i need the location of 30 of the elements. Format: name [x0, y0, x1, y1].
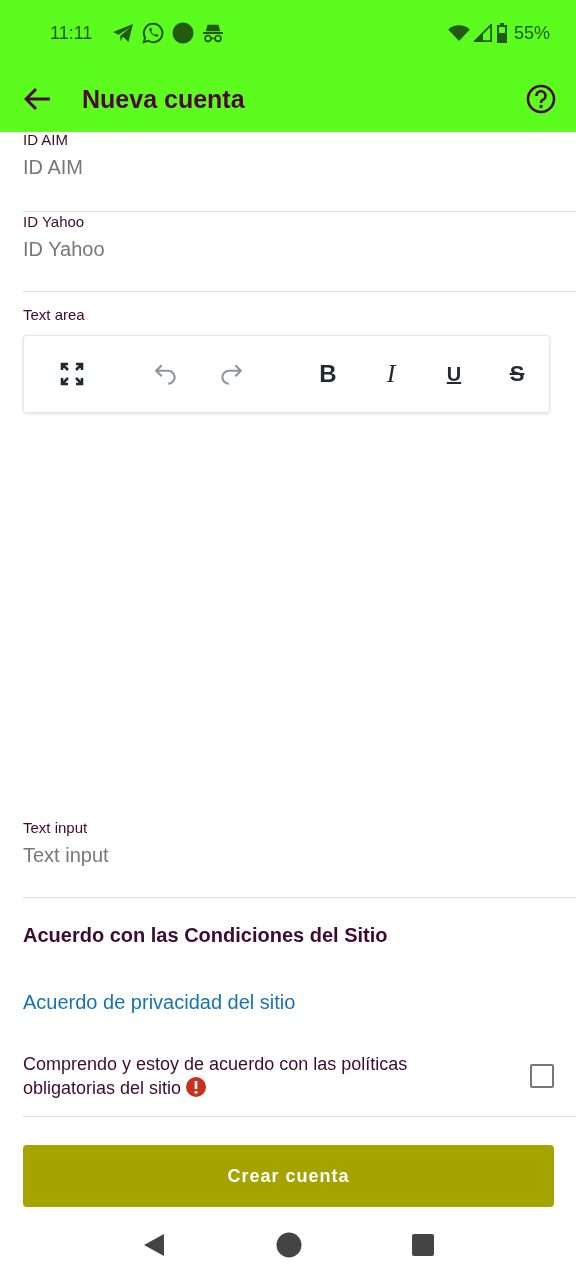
italic-button[interactable]: I [373, 356, 409, 392]
back-arrow-icon[interactable] [24, 87, 52, 111]
checkbox[interactable] [530, 1064, 554, 1088]
agreement-text: Comprendo y estoy de acuerdo con las políticas obligatorias del sitio [23, 1054, 408, 1098]
field-label: Text area [23, 306, 86, 323]
chat-bubble-icon [142, 22, 165, 44]
signal-icon [473, 24, 492, 42]
help-icon[interactable] [526, 84, 556, 114]
bold-button[interactable]: B [310, 356, 346, 392]
field-label: Text input [23, 819, 89, 836]
wifi-icon [447, 24, 470, 42]
battery-icon [495, 23, 508, 43]
input-field[interactable]: ID AIM [23, 156, 543, 179]
privacy-link[interactable]: Acuerdo de privacidad del sitio [23, 991, 296, 1014]
field-label: ID AIM [23, 131, 69, 148]
field-label: ID Yahoo [23, 213, 86, 230]
home-icon[interactable] [276, 1232, 302, 1258]
back-icon[interactable] [142, 1233, 166, 1257]
fullscreen-icon [60, 362, 84, 386]
screen-title: Nueva cuenta [82, 84, 245, 114]
strikethrough-button[interactable]: S [499, 356, 535, 392]
input-field[interactable]: ID Yahoo [23, 238, 543, 261]
underline-button[interactable]: U [436, 356, 472, 392]
paper-plane-icon [112, 23, 135, 43]
section-heading: Acuerdo con las Condiciones del Sitio [23, 924, 388, 947]
battery-percentage: 55% [513, 22, 550, 44]
incognito-icon [202, 23, 225, 43]
input-field[interactable]: Text input [23, 844, 543, 867]
circle-icon [172, 22, 195, 44]
clock: 11:11 [50, 22, 93, 44]
